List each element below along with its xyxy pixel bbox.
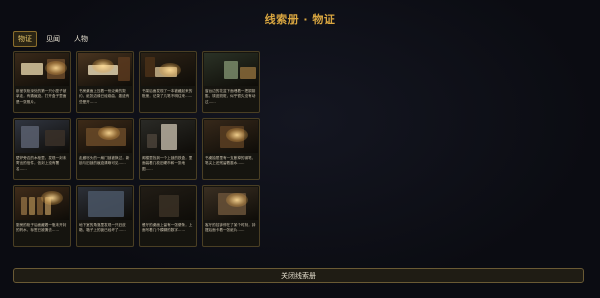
- evidence-thumbnail: [78, 120, 132, 153]
- evidence-thumbnail: [141, 187, 195, 220]
- evidence-card[interactable]: 壁炉旁边的木柜里，发现一封未寄出的信件，信封上没有署名……: [13, 118, 71, 180]
- evidence-card[interactable]: 地下室的角落里发现一只旧皮箱，箱子上的锁已经坏了……: [76, 185, 134, 247]
- evidence-description: 卧室衣柜深处的第一只小匣子被拿走，有撬痕迹。打开盒子里面是一张照片。: [16, 89, 67, 104]
- page-title: 线索册 · 物证: [264, 13, 336, 26]
- evidence-card[interactable]: 客厅的挂钟停在了某个时刻，钟摆后面卡着一张纸片……: [202, 185, 260, 247]
- evidence-description: 壁炉旁边的木柜里，发现一封未寄出的信件，信封上没有署名……: [16, 156, 67, 171]
- evidence-card[interactable]: 书架后面发现了一本被藏起来的账册，记录了几笔不明往来……: [139, 51, 197, 113]
- evidence-description: 书桌抽屉里有一支断掉的钢笔，笔尖上还残留着墨水……: [205, 156, 256, 166]
- close-clue-book-button[interactable]: 关闭线索册: [13, 268, 584, 283]
- tab-bar: 物证 见闻 人物: [13, 31, 93, 47]
- evidence-card[interactable]: 书房桌面上压着一份泛黄的契约，纸张边缘已经卷曲，墨迹有些晕开……: [76, 51, 134, 113]
- evidence-description: 厨房的柜子后面藏着一瓶未开封的药水，标签已被撕去……: [16, 223, 67, 233]
- evidence-thumbnail: [15, 187, 69, 220]
- evidence-thumbnail: [15, 120, 69, 153]
- evidence-description: 餐厅的桌面上留有一张便条，上面写着几个模糊的数字……: [142, 223, 193, 233]
- evidence-thumbnail: [78, 53, 132, 86]
- evidence-description: 客厅的挂钟停在了某个时刻，钟摆后面卡着一张纸片……: [205, 223, 256, 233]
- evidence-description: 窗台边的花盆下面埋着一把铜钥匙，锈迹斑斑，似乎很久没有动过……: [205, 89, 256, 104]
- evidence-description: 走廊尽头的一扇门锁被换过，新锁与旧锁的痕迹清晰可见……: [79, 156, 130, 166]
- evidence-card[interactable]: 餐厅的桌面上留有一张便条，上面写着几个模糊的数字……: [139, 185, 197, 247]
- evidence-thumbnail: [141, 120, 195, 153]
- evidence-thumbnail: [15, 53, 69, 86]
- evidence-thumbnail: [204, 120, 258, 153]
- evidence-card[interactable]: 阁楼里找到一个上锁的铁盒，里面装着几枚旧硬币和一张地图……: [139, 118, 197, 180]
- tab-observations[interactable]: 见闻: [41, 31, 65, 47]
- evidence-description: 地下室的角落里发现一只旧皮箱，箱子上的锁已经坏了……: [79, 223, 126, 233]
- evidence-card[interactable]: 卧室衣柜深处的第一只小匣子被拿走，有撬痕迹。打开盒子里面是一张照片。: [13, 51, 71, 113]
- evidence-description: 书房桌面上压着一份泛黄的契约，纸张边缘已经卷曲，墨迹有些晕开……: [79, 89, 130, 104]
- evidence-card[interactable]: 书桌抽屉里有一支断掉的钢笔，笔尖上还残留着墨水……: [202, 118, 260, 180]
- tab-characters[interactable]: 人物: [69, 31, 93, 47]
- evidence-card[interactable]: 厨房的柜子后面藏着一瓶未开封的药水，标签已被撕去……: [13, 185, 71, 247]
- evidence-thumbnail: [204, 187, 258, 220]
- evidence-card[interactable]: 窗台边的花盆下面埋着一把铜钥匙，锈迹斑斑，似乎很久没有动过……: [202, 51, 260, 113]
- evidence-description: 书架后面发现了一本被藏起来的账册，记录了几笔不明往来……: [142, 89, 193, 99]
- evidence-thumbnail: [141, 53, 195, 86]
- evidence-card[interactable]: 走廊尽头的一扇门锁被换过，新锁与旧锁的痕迹清晰可见……: [76, 118, 134, 180]
- evidence-thumbnail: [204, 53, 258, 86]
- clue-book-panel: 线索册 · 物证 物证 见闻 人物 卧室衣柜深处的第一只小匣子被拿走，有撬痕迹。…: [0, 0, 600, 298]
- tab-evidence[interactable]: 物证: [13, 31, 37, 47]
- evidence-thumbnail: [78, 187, 132, 220]
- evidence-grid: 卧室衣柜深处的第一只小匣子被拿走，有撬痕迹。打开盒子里面是一张照片。 书房桌面上压…: [13, 51, 260, 247]
- evidence-description: 阁楼里找到一个上锁的铁盒，里面装着几枚旧硬币和一张地图……: [142, 156, 193, 171]
